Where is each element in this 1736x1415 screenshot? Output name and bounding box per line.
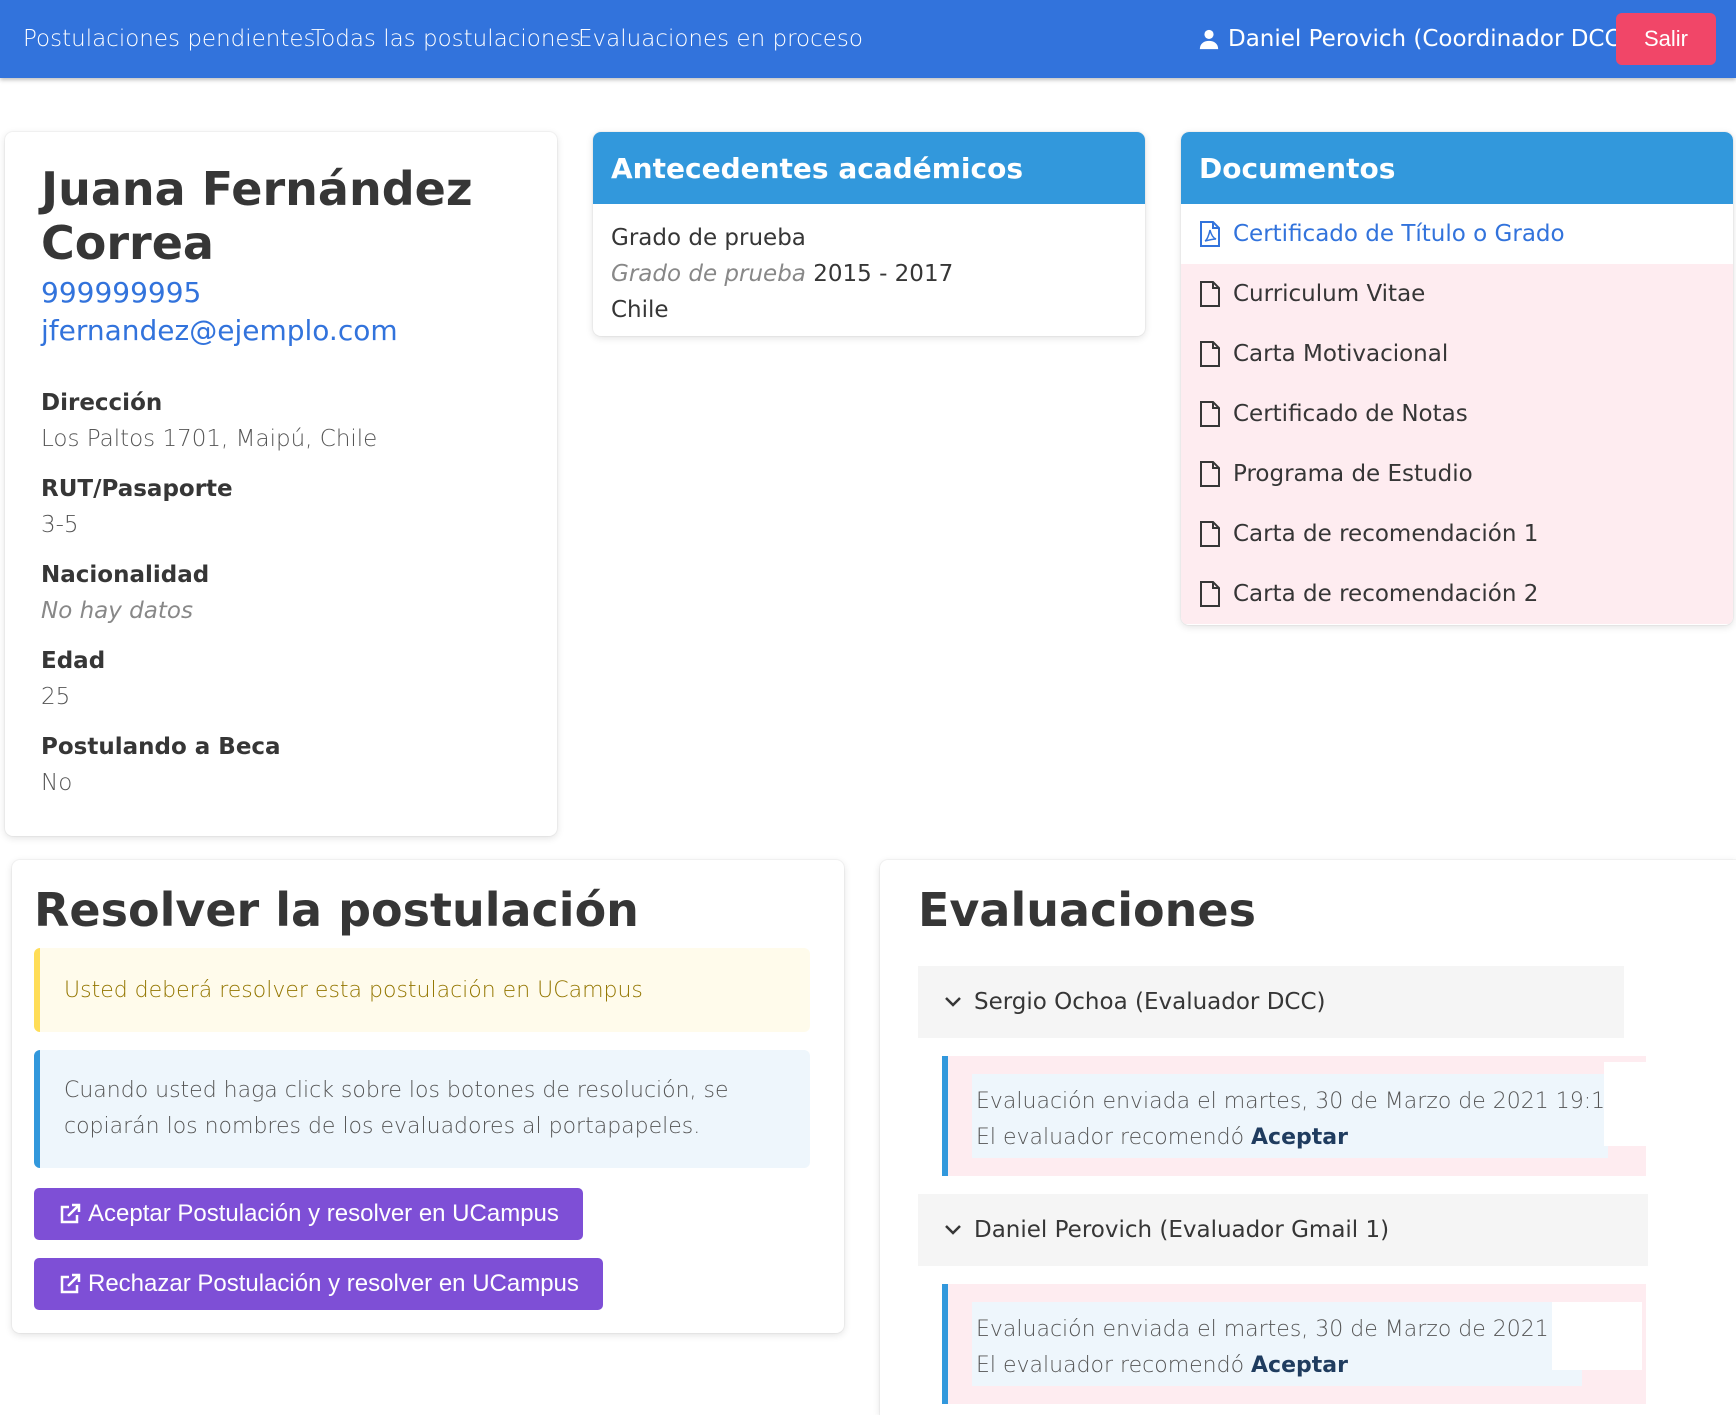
document-label: Certificado de Título o Grado bbox=[1233, 221, 1565, 247]
top-navbar: Postulaciones pendientes Todas las postu… bbox=[0, 0, 1736, 78]
evaluation-summary: Evaluación enviada el martes, 30 de Marz… bbox=[972, 1302, 1620, 1386]
evaluations-section: Evaluaciones Sergio Ochoa (Evaluador DCC… bbox=[880, 860, 1736, 1415]
document-label: Certificado de Notas bbox=[1233, 401, 1468, 427]
evaluation-header-toggle[interactable]: Sergio Ochoa (Evaluador DCC) bbox=[918, 966, 1624, 1038]
applicant-name-line1: Juana Fernández bbox=[41, 162, 473, 216]
document-label: Carta de recomendación 2 bbox=[1233, 581, 1539, 607]
academic-country: Chile bbox=[611, 297, 669, 323]
applicant-name-line2: Correa bbox=[41, 216, 214, 270]
user-icon bbox=[1199, 29, 1219, 50]
applicant-email-link[interactable]: jfernandez@ejemplo.com bbox=[41, 312, 521, 350]
field-value-age: 25 bbox=[41, 684, 71, 710]
reject-button-label: Rechazar Postulación y resolver en UCamp… bbox=[88, 1270, 579, 1297]
logout-button[interactable]: Salir bbox=[1616, 13, 1716, 65]
nav-evaluations-in-progress[interactable]: Evaluaciones en proceso bbox=[578, 26, 863, 52]
documents-panel: Documentos Certificado de Título o Grado… bbox=[1181, 132, 1733, 625]
evaluations-section-title: Evaluaciones bbox=[918, 883, 1256, 937]
current-user[interactable]: Daniel Perovich (Coordinador DCC) bbox=[1198, 26, 1630, 52]
file-icon bbox=[1200, 521, 1220, 547]
evaluation-header-toggle[interactable]: Daniel Perovich (Evaluador Gmail 1) bbox=[918, 1194, 1648, 1266]
academic-background-panel: Antecedentes académicos Grado de prueba … bbox=[593, 132, 1145, 336]
file-icon bbox=[1200, 341, 1220, 367]
warning-notice: Usted deberá resolver esta postulación e… bbox=[34, 948, 810, 1032]
academic-institution-years: Grado de prueba 2015 - 2017 bbox=[611, 256, 1127, 292]
applicant-details: Dirección Los Paltos 1701, Maipú, Chile … bbox=[41, 388, 521, 798]
document-label: Carta Motivacional bbox=[1233, 341, 1449, 367]
recommendation-prefix: El evaluador recomendó bbox=[976, 1125, 1245, 1150]
field-label-nationality: Nacionalidad bbox=[41, 562, 210, 588]
document-item: Curriculum Vitae bbox=[1181, 264, 1733, 324]
resolve-application-section: Resolver la postulación Usted deberá res… bbox=[12, 860, 844, 1333]
reject-application-button[interactable]: Rechazar Postulación y resolver en UCamp… bbox=[34, 1258, 603, 1310]
evaluation-recommendation: El evaluador recomendó Aceptar bbox=[976, 1348, 1578, 1384]
evaluation-recommendation: El evaluador recomendó Aceptar bbox=[976, 1120, 1604, 1156]
field-label-age: Edad bbox=[41, 648, 106, 674]
file-icon bbox=[1200, 401, 1220, 427]
document-label: Curriculum Vitae bbox=[1233, 281, 1426, 307]
academic-institution: Grado de prueba bbox=[611, 261, 806, 287]
evaluation-body: Evaluación enviada el martes, 30 de Marz… bbox=[942, 1284, 1646, 1404]
field-value-rut: 3-5 bbox=[41, 512, 79, 538]
external-link-icon bbox=[60, 1203, 81, 1224]
field-value-nationality: No hay datos bbox=[41, 598, 193, 624]
chevron-down-icon bbox=[945, 1225, 961, 1235]
academic-degree: Grado de prueba bbox=[611, 225, 806, 251]
resolve-section-title: Resolver la postulación bbox=[34, 883, 639, 937]
applicant-phone-link[interactable]: 999999995 bbox=[41, 274, 521, 312]
field-label-rut: RUT/Pasaporte bbox=[41, 476, 233, 502]
nav-all-applications[interactable]: Todas las postulaciones bbox=[311, 26, 582, 52]
field-value-scholarship: No bbox=[41, 770, 73, 796]
evaluation-summary: Evaluación enviada el martes, 30 de Marz… bbox=[972, 1074, 1620, 1158]
document-item: Carta de recomendación 1 bbox=[1181, 504, 1733, 564]
field-value-address: Los Paltos 1701, Maipú, Chile bbox=[41, 426, 378, 452]
applicant-name: Juana Fernández Correa bbox=[41, 162, 521, 270]
evaluator-name: Daniel Perovich (Evaluador Gmail 1) bbox=[974, 1217, 1390, 1243]
document-item: Carta de recomendación 2 bbox=[1181, 564, 1733, 624]
academic-panel-title: Antecedentes académicos bbox=[593, 132, 1145, 204]
evaluation-side-box bbox=[1552, 1302, 1642, 1370]
document-label: Carta de recomendación 1 bbox=[1233, 521, 1539, 547]
academic-panel-body: Grado de prueba Grado de prueba 2015 - 2… bbox=[593, 204, 1145, 344]
academic-years: 2015 - 2017 bbox=[813, 261, 954, 287]
accept-button-label: Aceptar Postulación y resolver en UCampu… bbox=[88, 1200, 559, 1227]
recommendation-value: Aceptar bbox=[1251, 1353, 1348, 1378]
document-item[interactable]: Certificado de Título o Grado bbox=[1181, 204, 1733, 264]
evaluation-sent-date: Evaluación enviada el martes, 30 de Marz… bbox=[976, 1317, 1620, 1342]
evaluator-name: Sergio Ochoa (Evaluador DCC) bbox=[974, 989, 1326, 1015]
evaluation-sent-date: Evaluación enviada el martes, 30 de Marz… bbox=[976, 1089, 1620, 1114]
applicant-profile-card: Juana Fernández Correa 999999995 jfernan… bbox=[5, 132, 557, 836]
document-label: Programa de Estudio bbox=[1233, 461, 1473, 487]
file-icon bbox=[1200, 581, 1220, 607]
document-item: Programa de Estudio bbox=[1181, 444, 1733, 504]
file-icon bbox=[1200, 461, 1220, 487]
recommendation-value: Aceptar bbox=[1251, 1125, 1348, 1150]
field-label-address: Dirección bbox=[41, 390, 163, 416]
recommendation-prefix: El evaluador recomendó bbox=[976, 1353, 1245, 1378]
document-item: Certificado de Notas bbox=[1181, 384, 1733, 444]
accept-application-button[interactable]: Aceptar Postulación y resolver en UCampu… bbox=[34, 1188, 583, 1240]
current-user-name: Daniel Perovich (Coordinador DCC) bbox=[1228, 26, 1630, 52]
documents-panel-title: Documentos bbox=[1181, 132, 1733, 204]
pdf-file-icon bbox=[1200, 221, 1220, 247]
file-icon bbox=[1200, 281, 1220, 307]
external-link-icon bbox=[60, 1273, 81, 1294]
chevron-down-icon bbox=[945, 997, 961, 1007]
info-notice: Cuando usted haga click sobre los botone… bbox=[34, 1050, 810, 1168]
nav-pending-applications[interactable]: Postulaciones pendientes bbox=[23, 26, 316, 52]
document-item: Carta Motivacional bbox=[1181, 324, 1733, 384]
field-label-scholarship: Postulando a Beca bbox=[41, 734, 281, 760]
evaluation-body: Evaluación enviada el martes, 30 de Marz… bbox=[942, 1056, 1652, 1176]
evaluation-side-box bbox=[1604, 1062, 1652, 1146]
